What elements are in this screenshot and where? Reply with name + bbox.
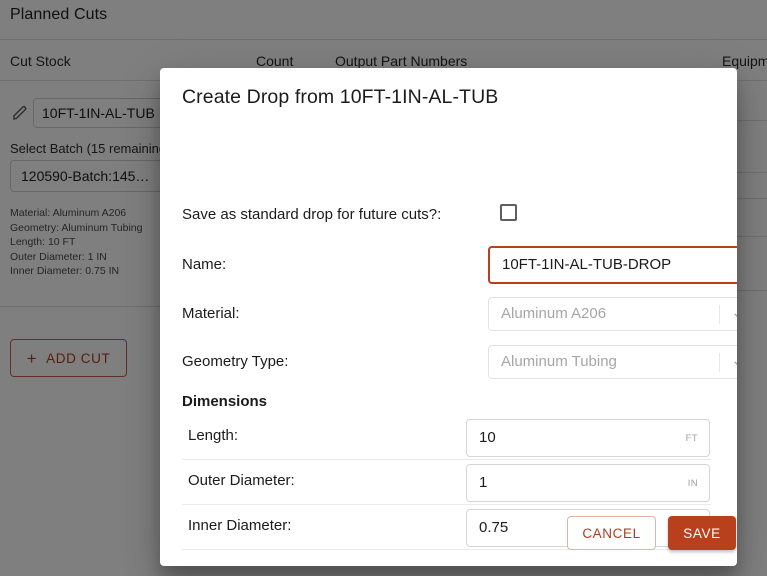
- create-drop-dialog: Create Drop from 10FT-1IN-AL-TUB Save as…: [160, 68, 737, 566]
- save-standard-label: Save as standard drop for future cuts?:: [182, 206, 442, 223]
- dialog-title: Create Drop from 10FT-1IN-AL-TUB: [182, 86, 499, 108]
- dimension-value: 0.75: [479, 519, 509, 536]
- dimension-row: Outer Diameter: 1 IN: [182, 460, 711, 505]
- divider: [719, 353, 720, 372]
- dimension-value: 10: [479, 429, 496, 446]
- geometry-select[interactable]: Aluminum Tubing: [488, 345, 737, 379]
- chevron-down-icon: [732, 357, 737, 370]
- material-select[interactable]: Aluminum A206: [488, 297, 737, 331]
- dimension-unit: IN: [687, 478, 698, 489]
- app-root: Planned Cuts Cut Stock Count Output Part…: [0, 0, 767, 576]
- divider: [719, 305, 720, 324]
- length-input[interactable]: 10 FT: [466, 419, 710, 457]
- save-standard-row: Save as standard drop for future cuts?:: [182, 200, 711, 230]
- save-button[interactable]: SAVE: [668, 516, 736, 550]
- save-standard-checkbox[interactable]: [500, 204, 517, 221]
- material-row: Material: Aluminum A206: [182, 297, 737, 331]
- outer-diameter-input[interactable]: 1 IN: [466, 464, 710, 502]
- name-input[interactable]: 10FT-1IN-AL-TUB-DROP: [488, 246, 737, 284]
- dimension-label: Length:: [188, 427, 239, 444]
- geometry-select-value: Aluminum Tubing: [501, 353, 617, 370]
- chevron-down-icon: [732, 309, 737, 322]
- dimension-row: Length: 10 FT: [182, 415, 711, 460]
- cancel-button[interactable]: CANCEL: [567, 516, 656, 550]
- dimension-label: Outer Diameter:: [188, 472, 295, 489]
- material-select-value: Aluminum A206: [501, 305, 607, 322]
- dimension-value: 1: [479, 474, 488, 491]
- name-row: Name: 10FT-1IN-AL-TUB-DROP: [182, 246, 737, 284]
- dimension-label: Inner Diameter:: [188, 517, 292, 534]
- material-label: Material:: [182, 305, 240, 322]
- name-label: Name:: [182, 256, 227, 273]
- dimension-unit: FT: [685, 433, 698, 444]
- geometry-label: Geometry Type:: [182, 353, 289, 370]
- geometry-row: Geometry Type: Aluminum Tubing: [182, 345, 737, 379]
- dimensions-heading: Dimensions: [182, 393, 268, 410]
